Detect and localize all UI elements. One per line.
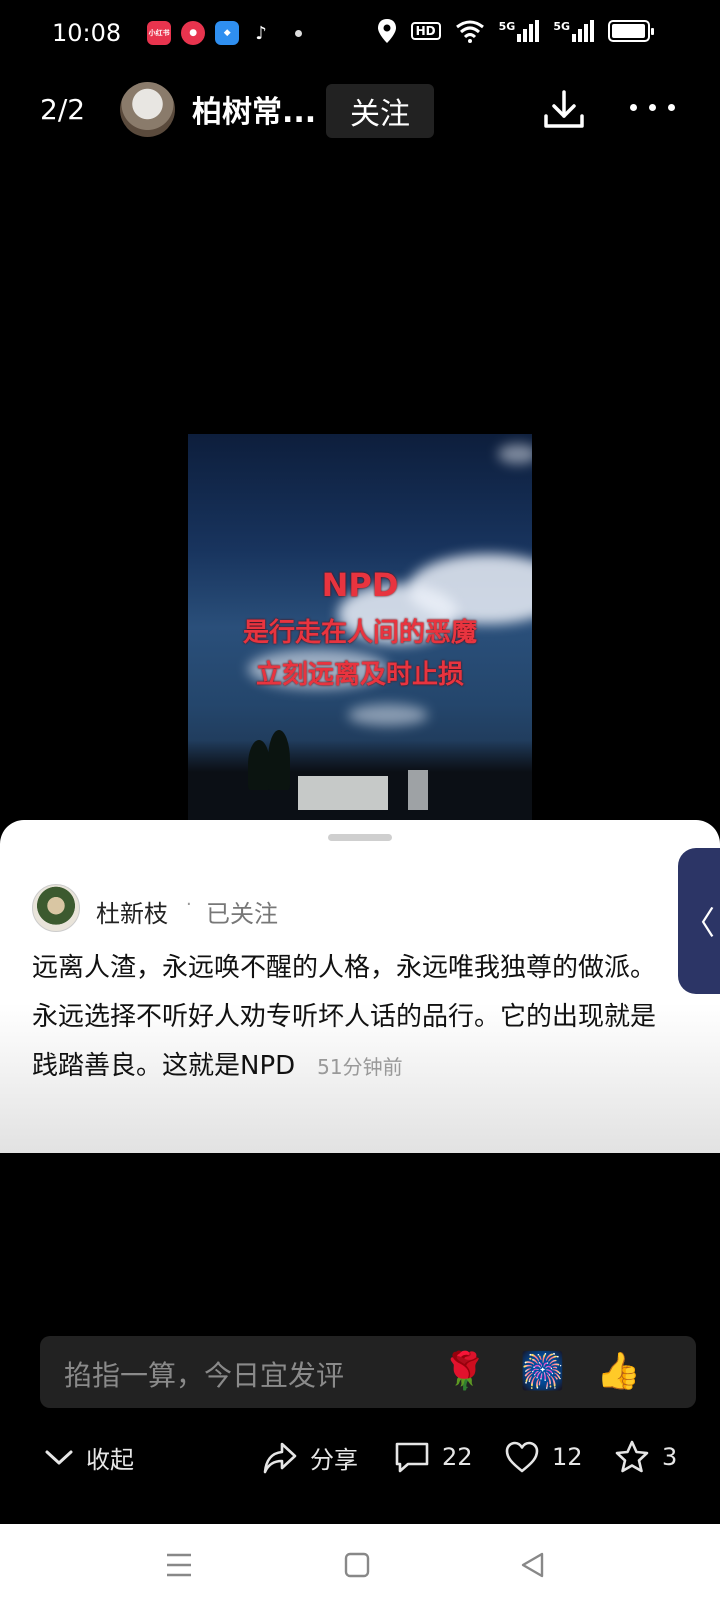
xiaohongshu-icon: 小红书 — [147, 21, 172, 45]
browser-icon: ◆ — [215, 21, 240, 45]
share-button[interactable]: 分享 — [262, 1440, 358, 1475]
thumbs-up-emoji-button[interactable]: 👍 — [596, 1350, 641, 1394]
comment-text: 远离人渣，永远唤不醒的人格，永远唯我独尊的做派。永远选择不听好人劝专听坏人话的品… — [32, 944, 672, 1092]
notification-icons: 小红书 ● ◆ ♪ — [147, 21, 303, 45]
favorite-button[interactable]: 3 — [614, 1440, 677, 1474]
star-icon — [615, 1440, 649, 1473]
post-header: 2/2 柏树常... 关注 — [0, 80, 720, 138]
post-image[interactable]: NPD 是行走在人间的恶魔 立刻远离及时止损 — [188, 434, 532, 820]
comment-input[interactable]: 掐指一算，今日宜发评 🌹 🎆 👍 — [40, 1336, 696, 1408]
share-label: 分享 — [310, 1446, 358, 1474]
status-bar: 10:08 小红书 ● ◆ ♪ HD 5G 5G — [0, 0, 720, 66]
signal-icon-2: 5G — [553, 20, 594, 42]
author-avatar[interactable] — [120, 82, 175, 137]
comment-time: 51分钟前 — [317, 1055, 403, 1079]
rose-emoji-button[interactable]: 🌹 — [442, 1350, 487, 1394]
status-time: 10:08 — [52, 19, 122, 47]
favorite-count: 3 — [662, 1443, 678, 1471]
like-button[interactable]: 12 — [504, 1440, 583, 1474]
page-counter: 2/2 — [40, 92, 86, 126]
collapse-label: 收起 — [86, 1446, 134, 1474]
collapse-button[interactable]: 收起 — [44, 1440, 134, 1475]
comment-button[interactable]: 22 — [394, 1440, 473, 1474]
comment-count: 22 — [442, 1443, 473, 1471]
follow-button[interactable]: 关注 — [326, 84, 434, 138]
app-notification-icon: ● — [181, 21, 206, 45]
separator-dot: · — [186, 894, 192, 915]
more-options-icon[interactable] — [630, 104, 675, 111]
hd-icon: HD — [410, 22, 441, 40]
like-count: 12 — [552, 1443, 583, 1471]
commenter-avatar[interactable] — [32, 884, 80, 932]
follow-status[interactable]: 已关注 — [206, 894, 278, 929]
comment-icon — [395, 1442, 429, 1473]
share-icon — [263, 1442, 297, 1473]
comment-input-placeholder: 掐指一算，今日宜发评 — [64, 1359, 345, 1392]
image-text-line-2: 是行走在人间的恶魔 — [242, 618, 477, 648]
more-notifications-dot — [295, 29, 303, 37]
signal-icon-1: 5G — [499, 20, 540, 42]
image-text-line-3: 立刻远离及时止损 — [255, 660, 464, 690]
system-indicators: HD 5G 5G — [377, 18, 654, 44]
drag-handle[interactable] — [328, 834, 392, 841]
heart-icon — [505, 1441, 539, 1473]
fireworks-emoji-button[interactable]: 🎆 — [520, 1350, 565, 1394]
wifi-icon — [455, 20, 484, 43]
location-icon — [377, 19, 396, 43]
image-text-line-1: NPD — [321, 566, 399, 604]
download-icon[interactable] — [542, 88, 586, 132]
battery-icon — [608, 20, 654, 42]
tiktok-icon: ♪ — [249, 21, 274, 45]
comment-panel: 杜新枝 · 已关注 远离人渣，永远唤不醒的人格，永远唯我独尊的做派。永远选择不听… — [0, 820, 720, 1153]
chevron-down-icon — [45, 1450, 73, 1464]
action-bar: 收起 分享 22 12 3 — [0, 1428, 720, 1488]
author-name[interactable]: 柏树常... — [192, 87, 316, 131]
home-icon[interactable] — [344, 1552, 370, 1578]
back-icon[interactable] — [520, 1552, 546, 1578]
side-expand-tab[interactable]: 〈 — [678, 848, 720, 994]
system-nav-bar — [0, 1524, 720, 1612]
menu-icon[interactable] — [166, 1552, 192, 1578]
commenter-name[interactable]: 杜新枝 — [96, 894, 168, 929]
